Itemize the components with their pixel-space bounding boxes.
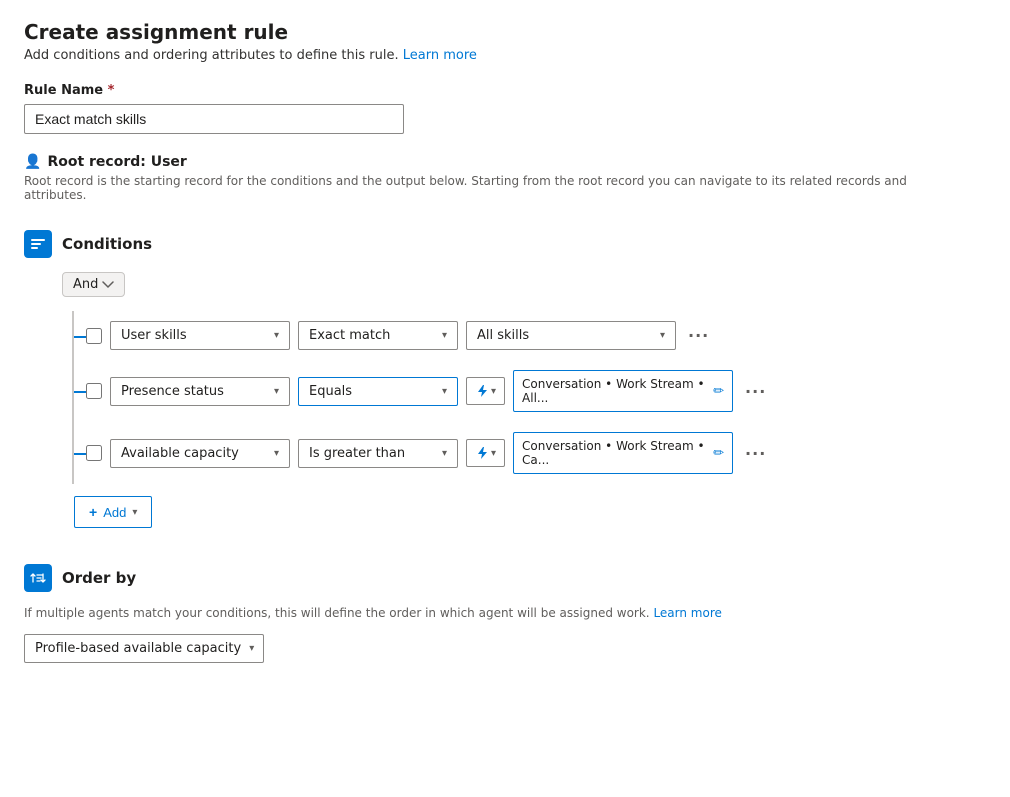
operator-dropdown-arrow-1: ▾ — [442, 330, 447, 341]
order-by-description: If multiple agents match your conditions… — [24, 606, 824, 620]
operator-dropdown-arrow-3: ▾ — [442, 448, 447, 459]
order-by-section: Order by If multiple agents match your c… — [24, 564, 986, 663]
order-by-icon-box — [24, 564, 52, 592]
more-options-1[interactable]: ··· — [684, 324, 713, 347]
edit-icon-3[interactable]: ✏ — [713, 446, 724, 461]
field-dropdown-arrow-3: ▾ — [274, 448, 279, 459]
condition-row: Available capacity ▾ Is greater than ▾ ▾… — [74, 422, 986, 484]
user-icon: 👤 — [24, 154, 41, 170]
field-dropdown-3[interactable]: Available capacity ▾ — [110, 439, 290, 468]
plus-icon: + — [89, 504, 97, 520]
condition-checkbox-3[interactable] — [86, 445, 102, 461]
operator-label-1: Exact match — [309, 328, 390, 343]
field-label-1: User skills — [121, 328, 187, 343]
field-label-2: Presence status — [121, 384, 224, 399]
order-by-dropdown[interactable]: Profile-based available capacity ▾ — [24, 634, 264, 663]
more-options-2[interactable]: ··· — [741, 380, 770, 403]
learn-more-link[interactable]: Learn more — [403, 48, 477, 63]
rule-name-label: Rule Name * — [24, 83, 986, 98]
conversation-value-2[interactable]: Conversation • Work Stream • All... ✏ — [513, 370, 733, 412]
conditions-rows: User skills ▾ Exact match ▾ All skills ▾… — [72, 311, 986, 484]
operator-dropdown-1[interactable]: Exact match ▾ — [298, 321, 458, 350]
root-record-description: Root record is the starting record for t… — [24, 174, 924, 202]
value-dropdown-1[interactable]: All skills ▾ — [466, 321, 676, 350]
lightning-button-2[interactable]: ▾ — [466, 377, 505, 405]
conditions-section-header: Conditions — [24, 230, 986, 258]
field-label-3: Available capacity — [121, 446, 239, 461]
required-indicator: * — [108, 83, 115, 98]
operator-label-3: Is greater than — [309, 446, 405, 461]
conditions-icon-box — [24, 230, 52, 258]
conditions-container: And User skills ▾ Exact match ▾ All skil… — [62, 272, 986, 528]
logic-operator-label: And — [73, 277, 98, 292]
operator-dropdown-3[interactable]: Is greater than ▾ — [298, 439, 458, 468]
lightning-icon-3 — [475, 446, 489, 460]
conditions-title: Conditions — [62, 235, 152, 253]
lightning-button-3[interactable]: ▾ — [466, 439, 505, 467]
field-dropdown-arrow-1: ▾ — [274, 330, 279, 341]
operator-dropdown-2[interactable]: Equals ▾ — [298, 377, 458, 406]
conversation-value-text-2: Conversation • Work Stream • All... — [522, 377, 707, 405]
condition-row: User skills ▾ Exact match ▾ All skills ▾… — [74, 311, 986, 360]
conversation-value-3[interactable]: Conversation • Work Stream • Ca... ✏ — [513, 432, 733, 474]
rule-name-input[interactable] — [24, 104, 404, 134]
conditions-icon — [30, 236, 46, 252]
edit-icon-2[interactable]: ✏ — [713, 384, 724, 399]
operator-label-2: Equals — [309, 384, 352, 399]
order-by-title: Order by — [62, 569, 136, 587]
order-by-learn-more-link[interactable]: Learn more — [653, 606, 721, 620]
operator-dropdown-arrow-2: ▾ — [442, 386, 447, 397]
field-dropdown-arrow-2: ▾ — [274, 386, 279, 397]
order-by-dropdown-arrow: ▾ — [249, 643, 254, 654]
root-record-label: 👤 Root record: User — [24, 154, 986, 170]
value-label-1: All skills — [477, 328, 529, 343]
page-title: Create assignment rule — [24, 20, 986, 44]
condition-checkbox-2[interactable] — [86, 383, 102, 399]
field-dropdown-2[interactable]: Presence status ▾ — [110, 377, 290, 406]
add-condition-button[interactable]: + Add ▾ — [74, 496, 152, 528]
order-by-value: Profile-based available capacity — [35, 641, 241, 656]
add-dropdown-arrow: ▾ — [132, 507, 137, 518]
page-subtitle: Add conditions and ordering attributes t… — [24, 48, 986, 63]
order-by-header: Order by — [24, 564, 986, 592]
more-options-3[interactable]: ··· — [741, 442, 770, 465]
order-by-icon — [30, 570, 46, 586]
root-record-section: 👤 Root record: User Root record is the s… — [24, 154, 986, 202]
condition-row: Presence status ▾ Equals ▾ ▾ Conversatio… — [74, 360, 986, 422]
lightning-chevron-3: ▾ — [491, 448, 496, 459]
logic-operator-chevron — [102, 279, 114, 291]
field-dropdown-1[interactable]: User skills ▾ — [110, 321, 290, 350]
add-button-label: Add — [103, 505, 126, 520]
logic-operator-badge[interactable]: And — [62, 272, 125, 297]
condition-checkbox-1[interactable] — [86, 328, 102, 344]
value-dropdown-arrow-1: ▾ — [660, 330, 665, 341]
conversation-value-text-3: Conversation • Work Stream • Ca... — [522, 439, 707, 467]
lightning-icon-2 — [475, 384, 489, 398]
lightning-chevron-2: ▾ — [491, 386, 496, 397]
